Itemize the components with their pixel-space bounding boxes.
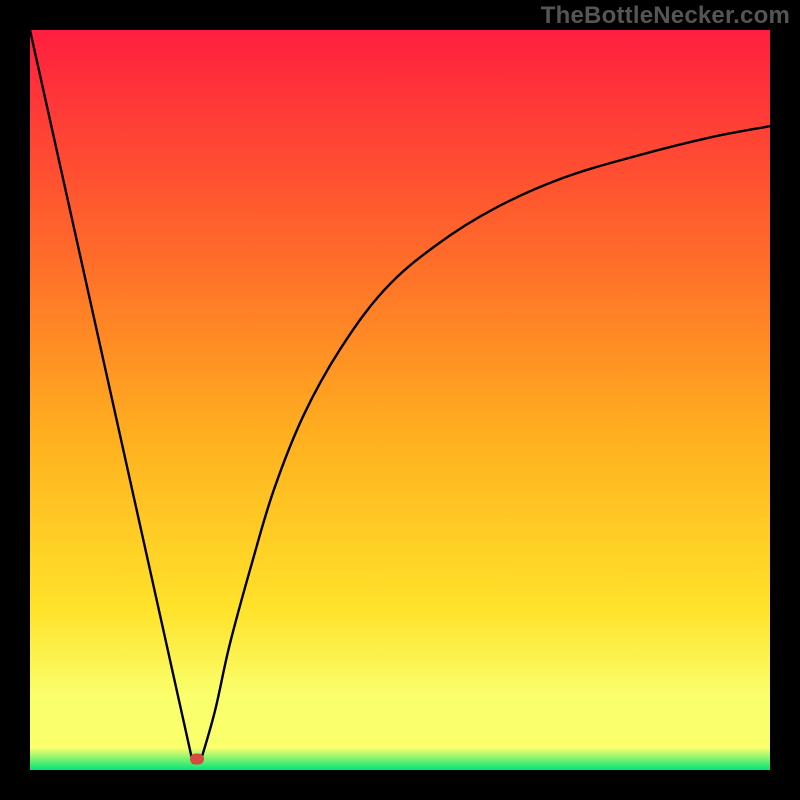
optimum-marker (190, 753, 204, 764)
watermark-text: TheBottleNecker.com (541, 2, 790, 30)
chart-frame: TheBottleNecker.com (0, 0, 800, 800)
plot-svg (30, 30, 770, 770)
gradient-background (30, 30, 770, 770)
plot-area (30, 30, 770, 770)
